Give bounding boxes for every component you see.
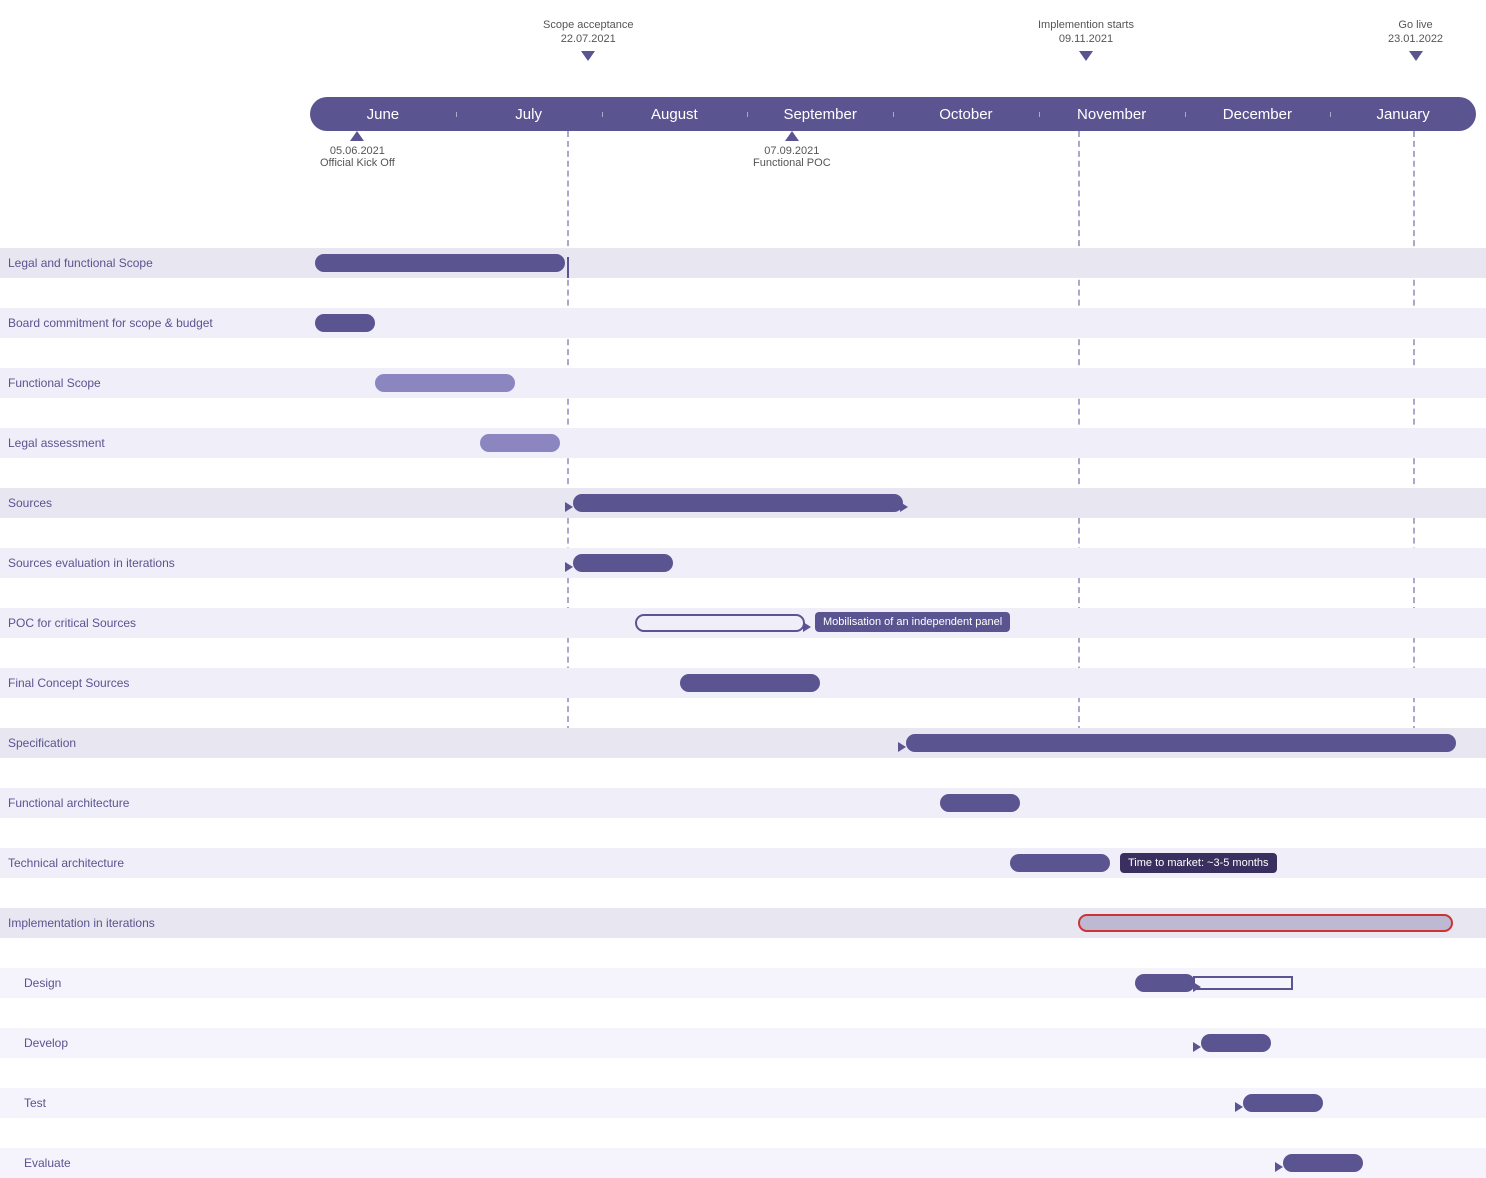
bar-functional-scope <box>375 374 515 392</box>
arrow-spec-start <box>898 742 906 752</box>
milestone-golive: Go live23.01.2022 <box>1388 18 1443 61</box>
row-label-design: Design <box>24 976 61 990</box>
connector-legal-scope <box>567 257 569 278</box>
row-sources: Sources <box>0 488 1486 518</box>
bar-board-commitment <box>315 314 375 332</box>
row-poc-sources: POC for critical Sources Mobilisation of… <box>0 608 1486 638</box>
month-december: December <box>1185 106 1331 123</box>
row-label-poc-sources: POC for critical Sources <box>8 616 136 630</box>
milestone-golive-arrow <box>1409 51 1423 61</box>
gantt-chart: Scope acceptance22.07.2021 Implemention … <box>0 0 1486 732</box>
arrow-poc-end <box>803 622 811 632</box>
arrow-sources-start <box>565 502 573 512</box>
month-october: October <box>893 106 1039 123</box>
bar-technical-arch <box>1010 854 1110 872</box>
milestone-impl-arrow <box>1079 51 1093 61</box>
row-sources-eval: Sources evaluation in iterations <box>0 548 1486 578</box>
milestone-impl-label: Implemention starts09.11.2021 <box>1038 18 1134 47</box>
arrow-develop-start <box>1193 1042 1201 1052</box>
row-label-legal-assessment: Legal assessment <box>8 436 105 450</box>
tooltip-time-to-market: Time to market: ~3-5 months <box>1120 853 1277 873</box>
month-july: July <box>456 106 602 123</box>
row-label-specification: Specification <box>8 736 76 750</box>
row-label-board-commitment: Board commitment for scope & budget <box>8 316 213 330</box>
timeline-bar: June July August September October Novem… <box>310 97 1476 131</box>
row-label-test: Test <box>24 1096 46 1110</box>
milestone-kickoff-arrow <box>350 131 364 141</box>
row-label-legal-functional-scope: Legal and functional Scope <box>8 256 153 270</box>
arrow-sources-eval-start <box>565 562 573 572</box>
tooltip-mobilisation: Mobilisation of an independent panel <box>815 612 1010 632</box>
bar-design <box>1135 974 1195 992</box>
arrow-sources-end <box>900 502 908 512</box>
row-label-final-concept: Final Concept Sources <box>8 676 129 690</box>
row-label-functional-scope: Functional Scope <box>8 376 101 390</box>
row-functional-arch: Functional architecture <box>0 788 1486 818</box>
arrow-test-start <box>1235 1102 1243 1112</box>
row-label-functional-arch: Functional architecture <box>8 796 129 810</box>
row-test: Test <box>0 1088 1486 1118</box>
row-evaluate: Evaluate <box>0 1148 1486 1178</box>
bar-poc-sources-outline <box>635 614 805 632</box>
row-design: Design <box>0 968 1486 998</box>
row-board-commitment: Board commitment for scope & budget <box>0 308 1486 338</box>
row-implementation: Implementation in iterations <box>0 908 1486 938</box>
bar-implementation-outline <box>1078 914 1453 932</box>
milestone-golive-label: Go live23.01.2022 <box>1388 18 1443 47</box>
bar-specification <box>906 734 1456 752</box>
bar-final-concept <box>680 674 820 692</box>
row-specification: Specification <box>0 728 1486 758</box>
row-label-evaluate: Evaluate <box>24 1156 71 1170</box>
row-label-sources: Sources <box>8 496 52 510</box>
month-november: November <box>1039 106 1185 123</box>
month-june: June <box>310 106 456 123</box>
bar-develop <box>1201 1034 1271 1052</box>
arrow-evaluate-start <box>1275 1162 1283 1172</box>
row-final-concept: Final Concept Sources <box>0 668 1486 698</box>
month-august: August <box>602 106 748 123</box>
milestone-poc-label: 07.09.2021Functional POC <box>753 145 831 169</box>
milestone-kickoff: 05.06.2021Official Kick Off <box>320 131 395 169</box>
bar-legal-scope <box>315 254 565 272</box>
bar-legal-assessment <box>480 434 560 452</box>
row-legal-functional-scope: Legal and functional Scope <box>0 248 1486 278</box>
milestone-scope-arrow <box>581 51 595 61</box>
milestone-scope-label: Scope acceptance22.07.2021 <box>543 18 634 47</box>
bar-functional-arch <box>940 794 1020 812</box>
row-develop: Develop <box>0 1028 1486 1058</box>
bar-evaluate <box>1283 1154 1363 1172</box>
row-label-technical-arch: Technical architecture <box>8 856 124 870</box>
bar-sources <box>573 494 903 512</box>
month-september: September <box>747 106 893 123</box>
row-legal-assessment: Legal assessment <box>0 428 1486 458</box>
bar-test <box>1243 1094 1323 1112</box>
bar-sources-eval <box>573 554 673 572</box>
gantt-rows: Legal and functional Scope Board commitm… <box>0 248 1486 728</box>
milestone-poc-arrow <box>785 131 799 141</box>
milestone-kickoff-label: 05.06.2021Official Kick Off <box>320 145 395 169</box>
row-functional-scope: Functional Scope <box>0 368 1486 398</box>
month-january: January <box>1330 106 1476 123</box>
row-label-implementation: Implementation in iterations <box>8 916 155 930</box>
milestone-scope-acceptance: Scope acceptance22.07.2021 <box>543 18 634 61</box>
row-label-develop: Develop <box>24 1036 68 1050</box>
milestone-poc: 07.09.2021Functional POC <box>753 131 831 169</box>
connector-design-box <box>1193 976 1293 990</box>
milestone-impl-starts: Implemention starts09.11.2021 <box>1038 18 1134 61</box>
row-technical-arch: Technical architecture Time to market: ~… <box>0 848 1486 878</box>
row-label-sources-eval: Sources evaluation in iterations <box>8 556 175 570</box>
